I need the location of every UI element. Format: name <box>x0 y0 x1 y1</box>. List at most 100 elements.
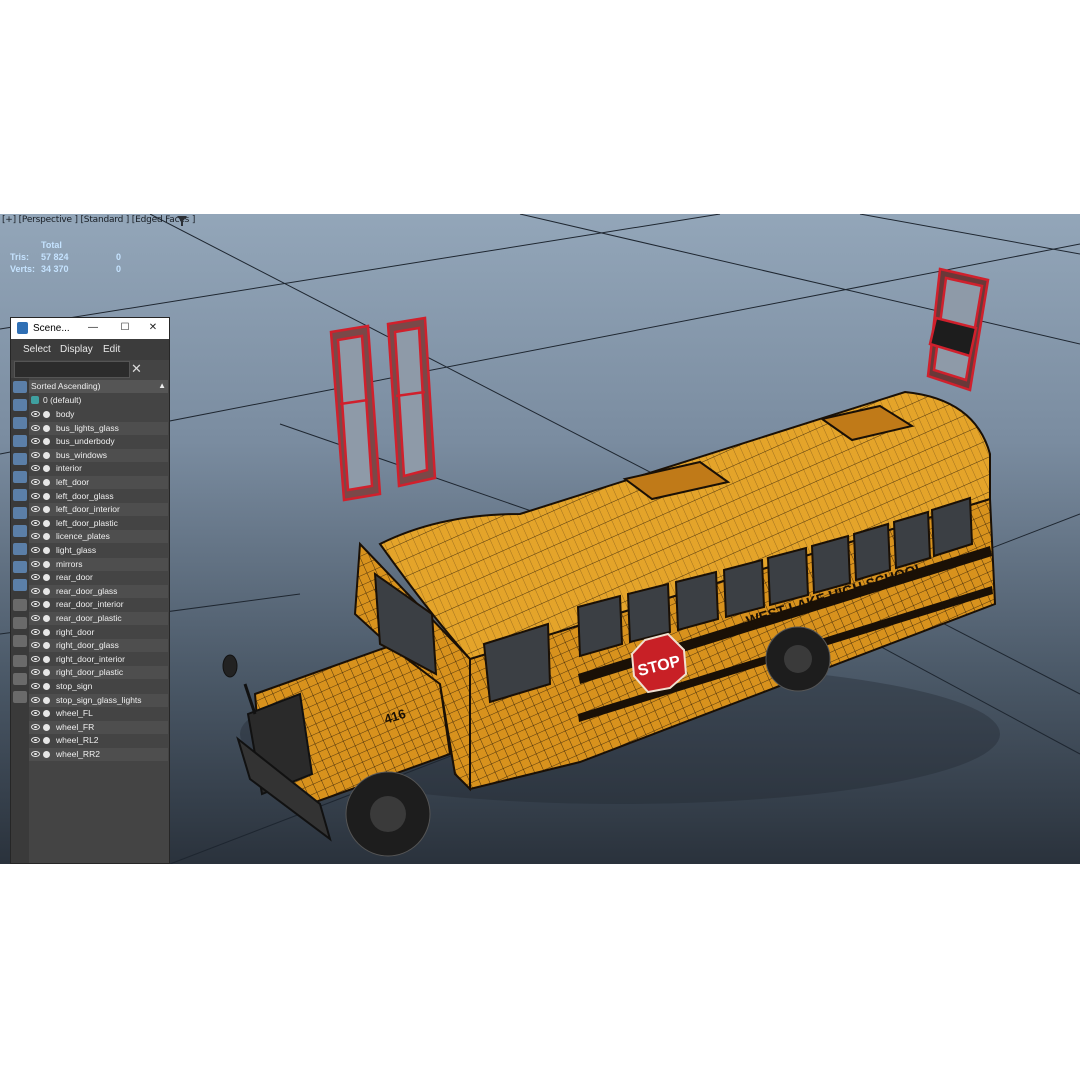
freeze-toggle-icon[interactable] <box>43 628 50 636</box>
freeze-toggle-icon[interactable] <box>43 547 50 554</box>
menu-edit[interactable]: Edit <box>103 344 120 355</box>
scene-explorer-titlebar[interactable]: Scene... — ☐ ✕ <box>11 318 169 339</box>
list-item[interactable]: interior <box>29 462 168 475</box>
list-item[interactable]: bus_windows <box>29 448 168 462</box>
eye-icon[interactable] <box>31 723 40 730</box>
frozen-filter-icon[interactable] <box>13 561 27 573</box>
page-icon[interactable] <box>13 617 27 629</box>
freeze-toggle-icon[interactable] <box>43 710 50 718</box>
bone-filter-icon[interactable] <box>13 525 27 537</box>
list-item[interactable]: rear_door <box>29 571 168 584</box>
hidden-filter-icon[interactable] <box>13 579 27 591</box>
freeze-toggle-icon[interactable] <box>43 655 50 663</box>
list-item[interactable]: right_door <box>29 626 168 639</box>
freeze-toggle-icon[interactable] <box>43 696 50 704</box>
eye-icon[interactable] <box>31 560 40 567</box>
freeze-toggle-icon[interactable] <box>43 465 50 473</box>
eye-icon[interactable] <box>31 451 40 458</box>
camera-filter-icon[interactable] <box>13 435 27 447</box>
menu-select[interactable]: Select <box>23 344 51 355</box>
freeze-toggle-icon[interactable] <box>43 751 50 758</box>
list-item[interactable]: light_glass <box>29 544 168 557</box>
freeze-toggle-icon[interactable] <box>43 642 50 650</box>
list-item[interactable]: wheel_FL <box>29 707 168 720</box>
helper-filter-icon[interactable] <box>13 453 27 465</box>
minimize-button[interactable]: — <box>85 321 101 335</box>
list-item[interactable]: rear_door_interior <box>29 598 168 611</box>
freeze-toggle-icon[interactable] <box>43 737 50 745</box>
eye-icon[interactable] <box>31 642 40 649</box>
light-filter-icon[interactable] <box>13 417 27 429</box>
freeze-toggle-icon[interactable] <box>43 479 50 486</box>
geometry-filter-icon[interactable] <box>13 381 27 393</box>
eye-icon[interactable] <box>31 574 40 581</box>
freeze-toggle-icon[interactable] <box>43 587 50 595</box>
viewport-label[interactable]: [+] [Perspective ] [Standard ] [Edged Fa… <box>2 215 195 225</box>
eye-icon[interactable] <box>31 696 40 703</box>
maximize-button[interactable]: ☐ <box>117 321 133 335</box>
document-icon[interactable] <box>13 599 27 611</box>
filter-icon[interactable] <box>13 673 27 685</box>
eye-icon[interactable] <box>31 492 40 499</box>
freeze-toggle-icon[interactable] <box>43 601 50 609</box>
list-item[interactable]: body <box>29 408 168 421</box>
list-item[interactable]: right_door_interior <box>29 653 168 666</box>
list-item[interactable]: licence_plates <box>29 530 168 544</box>
layer-row[interactable]: 0 (default) <box>29 394 168 407</box>
list-item[interactable]: left_door_plastic <box>29 517 168 530</box>
layer-icon[interactable] <box>13 691 27 703</box>
eye-icon[interactable] <box>31 655 40 662</box>
list-item[interactable]: bus_lights_glass <box>29 421 168 435</box>
eye-icon[interactable] <box>31 601 40 608</box>
eye-icon[interactable] <box>31 519 40 526</box>
eye-icon[interactable] <box>31 683 40 689</box>
eye-icon[interactable] <box>31 438 40 445</box>
list-item[interactable]: wheel_RL2 <box>29 734 168 747</box>
list-item[interactable]: wheel_FR <box>29 720 168 734</box>
freeze-toggle-icon[interactable] <box>43 560 50 568</box>
freeze-toggle-icon[interactable] <box>43 451 50 459</box>
list-item[interactable]: rear_door_plastic <box>29 612 168 625</box>
container-filter-icon[interactable] <box>13 543 27 555</box>
freeze-toggle-icon[interactable] <box>43 492 50 500</box>
sort-header[interactable]: Sorted Ascending) ▲ <box>29 380 168 393</box>
funnel-icon[interactable] <box>13 655 27 667</box>
spacewarp-filter-icon[interactable] <box>13 471 27 483</box>
freeze-toggle-icon[interactable] <box>43 683 50 690</box>
xref-filter-icon[interactable] <box>13 507 27 519</box>
shape-filter-icon[interactable] <box>13 399 27 411</box>
list-item[interactable]: mirrors <box>29 557 168 571</box>
eye-icon[interactable] <box>31 479 40 485</box>
freeze-toggle-icon[interactable] <box>43 424 50 432</box>
scene-explorer-window[interactable]: Scene... — ☐ ✕ Select Display Edit ✕ Sor… <box>10 317 170 864</box>
list-item[interactable]: left_door_glass <box>29 490 168 503</box>
list-item[interactable]: left_door <box>29 476 168 489</box>
freeze-toggle-icon[interactable] <box>43 438 50 446</box>
freeze-toggle-icon[interactable] <box>43 533 50 541</box>
eye-icon[interactable] <box>31 465 40 472</box>
list-item[interactable]: rear_door_glass <box>29 584 168 598</box>
freeze-toggle-icon[interactable] <box>43 519 50 527</box>
filter-icon[interactable] <box>177 216 187 226</box>
list-item[interactable]: right_door_plastic <box>29 666 168 680</box>
freeze-toggle-icon[interactable] <box>43 574 50 582</box>
freeze-toggle-icon[interactable] <box>43 723 50 731</box>
eye-icon[interactable] <box>31 669 40 676</box>
eye-icon[interactable] <box>31 424 40 431</box>
freeze-toggle-icon[interactable] <box>43 615 50 622</box>
eye-icon[interactable] <box>31 411 40 417</box>
eye-icon[interactable] <box>31 628 40 635</box>
eye-icon[interactable] <box>31 737 40 744</box>
list-icon[interactable] <box>13 635 27 647</box>
close-button[interactable]: ✕ <box>145 321 161 335</box>
list-item[interactable]: right_door_glass <box>29 639 168 653</box>
eye-icon[interactable] <box>31 615 40 621</box>
clear-search-icon[interactable]: ✕ <box>131 361 142 376</box>
eye-icon[interactable] <box>31 751 40 757</box>
list-item[interactable]: bus_underbody <box>29 435 168 448</box>
eye-icon[interactable] <box>31 710 40 717</box>
group-filter-icon[interactable] <box>13 489 27 501</box>
freeze-toggle-icon[interactable] <box>43 669 50 677</box>
eye-icon[interactable] <box>31 547 40 553</box>
list-item[interactable]: stop_sign_glass_lights <box>29 693 168 707</box>
